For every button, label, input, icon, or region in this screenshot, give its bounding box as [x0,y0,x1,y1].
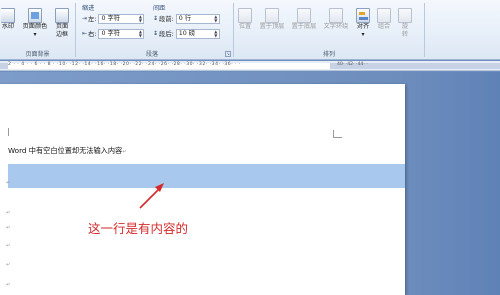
group-label: 组合 [377,23,391,30]
indent-right-input[interactable]: 0 字符 ▲ ▼ [98,28,145,39]
ruler-ticks: 2 · · 4 · · 6 · · 8 · ·10· ·12· ·14· ·16… [8,62,242,67]
align-label: 对齐 [356,23,370,30]
spinner-icon[interactable]: ▲ ▼ [137,14,143,23]
rotate-label: 旋 [401,23,409,30]
group-label-page-background: 页面背景 [25,51,50,58]
spinner-icon[interactable]: ▲ ▼ [213,29,219,38]
group-separator [75,3,76,57]
position-label: 位置 [238,23,252,30]
page-color-button[interactable]: 页面颜色 ▾ [20,8,50,38]
indent-right-icon: ⇤ [82,30,88,37]
annotation-text: 这一行是有内容的 [88,221,189,236]
position-icon [238,8,252,23]
ruler-ticks-right: 40· ·42· ·44· · [337,62,368,67]
indent-title: 缩进 [82,5,95,12]
text-wrap-icon [329,8,343,23]
send-to-back-label: 置于底层 [291,23,317,30]
horizontal-ruler[interactable]: 2 · · 4 · · 6 · · 8 · ·10· ·12· ·14· ·16… [0,61,500,71]
bring-to-front-icon [265,8,279,23]
dropdown-marker: ▾ [361,31,365,38]
group-button[interactable]: 组合 [375,8,393,31]
align-button[interactable]: 对齐 ▾ [354,8,372,38]
position-button[interactable]: 位置 [237,8,253,31]
annotation-arrow-icon [139,183,164,209]
indent-left-value: 0 字符 [101,14,121,22]
text-wrap-label: 文字环绕 [323,23,349,30]
indent-left-row: ⇥ 左: 0 字符 ▲ ▼ [82,13,145,24]
group-icon [377,8,391,23]
watermark-button[interactable]: 水印 [0,8,16,31]
spacing-after-row: ↨ 段后: 10 磅 ▲ ▼ [153,28,220,39]
page-border-label: 页面 [55,23,69,30]
group-separator [233,3,234,57]
page-border-button[interactable]: 页面 边框 [53,8,71,38]
spacing-after-icon: ↨ [153,30,159,37]
page-color-icon [28,8,42,23]
bring-to-front-label: 置于顶层 [259,23,285,30]
spacing-before-label: 段前: [159,16,174,23]
indent-right-label: 右: [88,31,97,38]
spacing-before-icon: ↨ [153,15,159,22]
align-icon [356,8,370,23]
bring-to-front-button[interactable]: 置于顶层 [257,8,287,31]
rotate-icon [398,8,412,23]
page-color-label: 页面颜色 [22,23,48,30]
text-wrap-button[interactable]: 文字环绕 [321,8,351,31]
watermark-label: 水印 [1,23,15,30]
watermark-icon [1,8,15,23]
rotate-button[interactable]: 旋 转 [397,8,413,38]
ribbon: 水印 页面颜色 ▾ 页面 边框 页面背景 缩进 ⇥ 左: 0 字符 ▲ ▼ ⇤ 右… [0,0,500,60]
indent-right-value: 0 字符 [101,29,121,37]
indent-left-label: 左: [88,16,97,23]
send-to-back-button[interactable]: 置于底层 [289,8,319,31]
spacing-after-input[interactable]: 10 磅 ▲ ▼ [175,28,220,39]
paragraph-dialog-launcher-icon[interactable]: ↘ [225,51,231,57]
indent-left-icon: ⇥ [82,15,88,22]
dropdown-marker: ▾ [33,31,37,38]
group-separator [424,3,425,57]
page-border-icon [55,8,69,23]
spacing-after-value: 10 磅 [178,29,196,37]
spacing-after-label: 段后: [159,31,174,38]
spacing-title: 间距 [153,5,166,12]
indent-left-input[interactable]: 0 字符 ▲ ▼ [98,13,145,24]
ruler-margin [0,63,8,69]
spacing-before-value: 0 行 [178,14,192,22]
send-to-back-icon [297,8,311,23]
indent-right-row: ⇤ 右: 0 字符 ▲ ▼ [82,28,145,39]
group-label-arrange: 排列 [322,51,335,58]
page-border-label-2: 边框 [55,31,68,38]
spacing-before-input[interactable]: 0 行 ▲ ▼ [175,13,220,24]
document-page[interactable]: Word 中有空白位置却无法输入内容↵ ↵ ↵ ↵ ↵ ↵ ↵ 这一行是有内容的 [0,84,405,295]
spinner-icon[interactable]: ▲ ▼ [137,29,143,38]
spacing-before-row: ↨ 段前: 0 行 ▲ ▼ [153,13,220,24]
group-label-paragraph: 段落 [145,51,158,58]
spinner-icon[interactable]: ▲ ▼ [213,14,219,23]
rotate-label-2: 转 [401,31,408,38]
